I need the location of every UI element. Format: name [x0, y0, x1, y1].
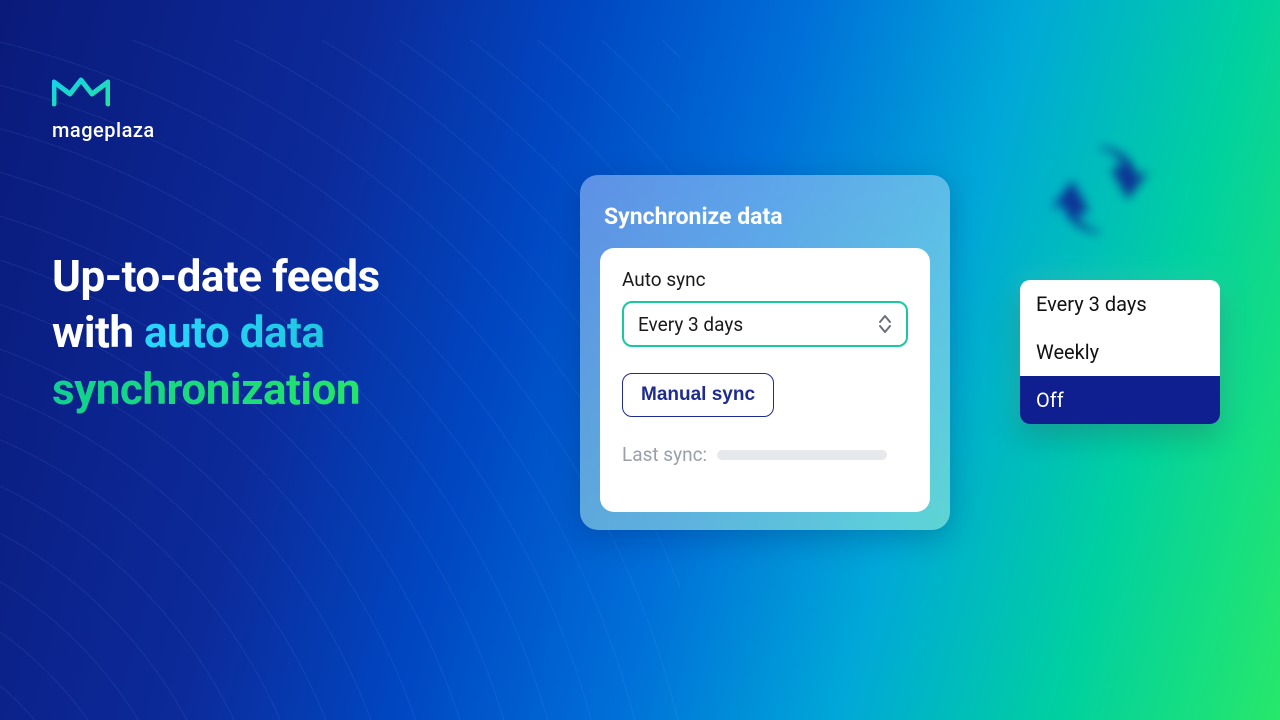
sync-card: Synchronize data Auto sync Every 3 days … [580, 175, 950, 530]
auto-sync-dropdown[interactable]: Every 3 days Weekly Off [1020, 280, 1220, 424]
auto-sync-select[interactable]: Every 3 days [622, 301, 908, 347]
dropdown-option-weekly[interactable]: Weekly [1020, 328, 1220, 376]
headline: Up-to-date feeds with auto data synchron… [52, 248, 492, 417]
headline-accent2: synchronization [52, 363, 360, 415]
brand-name: mageplaza [52, 118, 155, 142]
auto-sync-label: Auto sync [622, 268, 908, 291]
mageplaza-mark-icon [52, 70, 110, 110]
stepper-icon [878, 314, 892, 334]
brand-logo: mageplaza [52, 70, 155, 142]
headline-accent1: auto data [144, 306, 325, 358]
manual-sync-button[interactable]: Manual sync [622, 373, 774, 417]
card-title: Synchronize data [604, 203, 930, 230]
last-sync-label: Last sync: [622, 443, 707, 466]
last-sync-row: Last sync: [622, 443, 908, 466]
auto-sync-value: Every 3 days [638, 313, 743, 336]
dropdown-option-off[interactable]: Off [1020, 376, 1220, 424]
last-sync-placeholder [717, 450, 887, 460]
promo-stage: mageplaza Up-to-date feeds with auto dat… [0, 0, 1280, 720]
card-body: Auto sync Every 3 days Manual sync Last … [600, 248, 930, 512]
dropdown-option-every-3-days[interactable]: Every 3 days [1020, 280, 1220, 328]
headline-line2a: with [52, 306, 144, 358]
sync-icon [1030, 130, 1170, 250]
headline-line1: Up-to-date feeds [52, 250, 380, 302]
